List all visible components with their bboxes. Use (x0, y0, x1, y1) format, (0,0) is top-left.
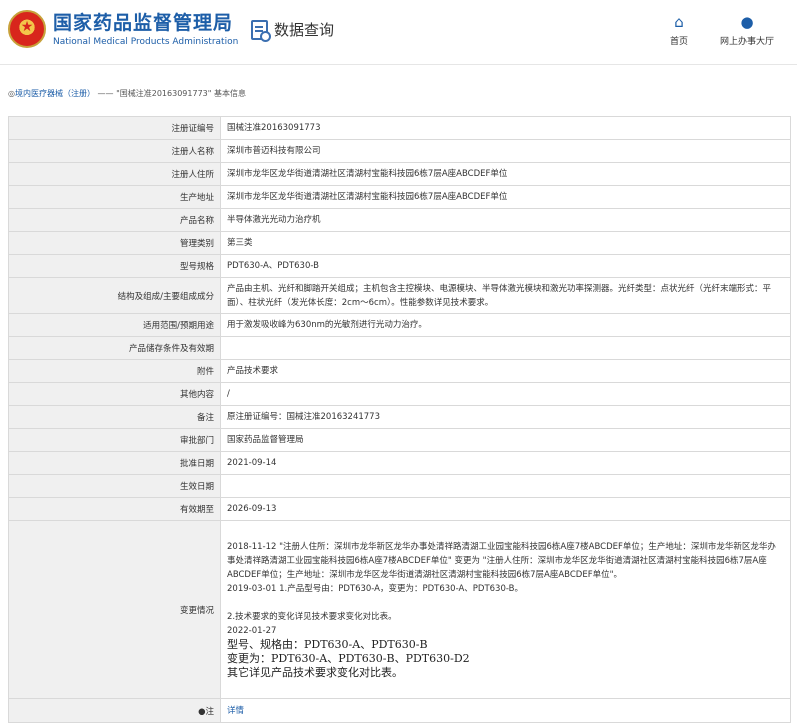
nav-home-link[interactable]: ⌂ 首页 (664, 14, 694, 47)
row-label: 注册人名称 (8, 139, 221, 163)
breadcrumb-current: "国械注准20163091773" 基本信息 (116, 89, 246, 98)
document-search-icon (251, 19, 271, 42)
row-label: 注册人住所 (8, 162, 221, 186)
row-value: 产品由主机、光纤和脚踏开关组成；主机包含主控模块、电源模块、半导体激光模块和激光… (220, 277, 791, 314)
row-label: 产品储存条件及有效期 (8, 336, 221, 360)
row-value: 第三类 (220, 231, 791, 255)
logo-english-title: National Medical Products Administration (53, 36, 239, 47)
row-value: / (220, 382, 791, 406)
details-link[interactable]: 详情 (227, 706, 244, 716)
row-value (220, 474, 791, 498)
row-label: 附件 (8, 359, 221, 383)
table-row: 管理类别 第三类 (8, 231, 791, 255)
row-value: 深圳市龙华区龙华街道清湖社区清湖村宝能科技园6栋7层A座ABCDEF单位 (220, 185, 791, 209)
table-row: 审批部门 国家药品监督管理局 (8, 428, 791, 452)
row-label: 型号规格 (8, 254, 221, 278)
data-query-title: 数据查询 (251, 19, 335, 42)
nav-online-office-link[interactable]: ● 网上办事大厅 (716, 14, 778, 47)
row-value: 半导体激光光动力治疗机 (220, 208, 791, 232)
breadcrumb-icon: ◎ (8, 89, 15, 98)
row-label: 结构及组成/主要组成成分 (8, 277, 221, 314)
registration-detail-table: 注册证编号 国械注准20163091773 注册人名称 深圳市普迈科技有限公司 注册… (8, 116, 791, 723)
nav-home-label: 首页 (669, 37, 688, 47)
change-entry-2022-line1: 型号、规格由：PDT630-A、PDT630-B (227, 637, 428, 651)
table-row: 批准日期 2021-09-14 (8, 451, 791, 475)
table-row: 备注 原注册证编号：国械注准20163241773 (8, 405, 791, 429)
changes-value: 2018-11-12 "注册人住所：深圳市龙华新区龙华办事处清祥路清湖工业园宝能… (220, 520, 791, 699)
row-label: 生效日期 (8, 474, 221, 498)
row-value: PDT630-A、PDT630-B (220, 254, 791, 278)
table-row: 生产地址 深圳市龙华区龙华街道清湖社区清湖村宝能科技园6栋7层A座ABCDEF单位 (8, 185, 791, 209)
row-value: 产品技术要求 (220, 359, 791, 383)
table-row: 有效期至 2026-09-13 (8, 497, 791, 521)
user-icon: ● (740, 13, 754, 31)
nav-online-office-label: 网上办事大厅 (719, 37, 774, 47)
national-emblem-icon (8, 10, 46, 48)
site-header: 国家药品监督管理局 National Medical Products Admi… (0, 0, 797, 65)
changes-label: 变更情况 (8, 520, 221, 699)
row-value: 原注册证编号：国械注准20163241773 (220, 405, 791, 429)
table-row: 其他内容 / (8, 382, 791, 406)
change-entry-2019: 2019-03-01 1.产品型号由：PDT630-A，变更为：PDT630-A… (227, 583, 523, 594)
change-entry-2019-item2: 2.技术要求的变化详见技术要求变化对比表。 (227, 611, 397, 622)
row-value: 国家药品监督管理局 (220, 428, 791, 452)
table-row: 注册人名称 深圳市普迈科技有限公司 (8, 139, 791, 163)
breadcrumb-link-domestic-devices[interactable]: 境内医疗器械（注册） (15, 89, 95, 98)
row-value: 深圳市普迈科技有限公司 (220, 139, 791, 163)
data-query-label: 数据查询 (274, 21, 335, 39)
table-row: 注册人住所 深圳市龙华区龙华街道清湖社区清湖村宝能科技园6栋7层A座ABCDEF单… (8, 162, 791, 186)
row-value: 国械注准20163091773 (220, 116, 791, 140)
logo-chinese-title: 国家药品监督管理局 (53, 11, 234, 34)
table-row-changes: 变更情况 2018-11-12 "注册人住所：深圳市龙华新区龙华办事处清祥路清湖… (8, 520, 791, 699)
change-entry-2018: 2018-11-12 "注册人住所：深圳市龙华新区龙华办事处清祥路清湖工业园宝能… (227, 541, 776, 580)
row-value: 深圳市龙华区龙华街道清湖社区清湖村宝能科技园6栋7层A座ABCDEF单位 (220, 162, 791, 186)
breadcrumb: ◎境内医疗器械（注册） —— "国械注准20163091773" 基本信息 (8, 88, 246, 99)
table-row: 结构及组成/主要组成成分 产品由主机、光纤和脚踏开关组成；主机包含主控模块、电源模… (8, 277, 791, 314)
note-label: ●注 (8, 698, 221, 723)
table-row: 产品名称 半导体激光光动力治疗机 (8, 208, 791, 232)
row-label: 适用范围/预期用途 (8, 313, 221, 337)
change-entry-2022-line2: 变更为：PDT630-A、PDT630-B、PDT630-D2 (227, 651, 470, 665)
row-label: 注册证编号 (8, 116, 221, 140)
row-label: 产品名称 (8, 208, 221, 232)
table-row: 附件 产品技术要求 (8, 359, 791, 383)
site-logo[interactable]: 国家药品监督管理局 National Medical Products Admi… (8, 10, 238, 48)
row-label: 备注 (8, 405, 221, 429)
table-row: 产品储存条件及有效期 (8, 336, 791, 360)
table-row: 型号规格 PDT630-A、PDT630-B (8, 254, 791, 278)
row-label: 审批部门 (8, 428, 221, 452)
row-label: 批准日期 (8, 451, 221, 475)
change-entry-2022-date: 2022-01-27 (227, 625, 277, 636)
row-label: 生产地址 (8, 185, 221, 209)
table-row: 生效日期 (8, 474, 791, 498)
row-value: 2021-09-14 (220, 451, 791, 475)
row-value (220, 336, 791, 360)
home-icon: ⌂ (674, 13, 684, 31)
row-value: 2026-09-13 (220, 497, 791, 521)
change-entry-2022-line3: 其它详见产品技术要求变化对比表。 (227, 665, 403, 679)
row-label: 管理类别 (8, 231, 221, 255)
table-row: 适用范围/预期用途 用于激发吸收峰为630nm的光敏剂进行光动力治疗。 (8, 313, 791, 337)
row-label: 其他内容 (8, 382, 221, 406)
row-label: 有效期至 (8, 497, 221, 521)
row-value: 用于激发吸收峰为630nm的光敏剂进行光动力治疗。 (220, 313, 791, 337)
breadcrumb-separator: —— (97, 89, 114, 98)
table-row: 注册证编号 国械注准20163091773 (8, 116, 791, 140)
table-row-note: ●注 详情 (8, 698, 791, 723)
